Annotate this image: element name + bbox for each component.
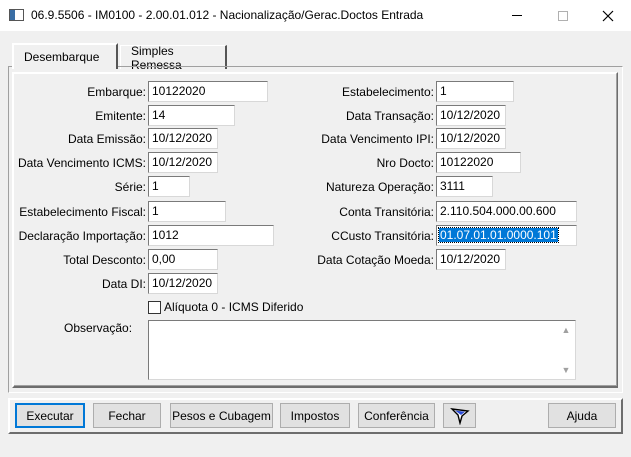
observacao-textarea[interactable]: ▲ ▼ xyxy=(148,320,576,380)
estab-fiscal-label: Estabelecimento Fiscal: xyxy=(19,205,146,219)
data-di-field[interactable]: 10/12/2020 xyxy=(148,273,218,294)
maximize-icon xyxy=(558,10,568,21)
ccusto-transitoria-field[interactable]: 01.07.01.01.0000.101 xyxy=(436,225,577,246)
maximize-button[interactable] xyxy=(540,0,586,31)
ccusto-transitoria-label: CCusto Transitória: xyxy=(331,229,434,243)
data-cotacao-moeda-field[interactable]: 10/12/2020 xyxy=(436,249,506,270)
natureza-operacao-field[interactable]: 3111 xyxy=(436,176,493,197)
scroll-up-icon[interactable]: ▲ xyxy=(558,322,574,338)
minimize-icon xyxy=(512,15,522,16)
observacao-scrollbar[interactable]: ▲ ▼ xyxy=(558,322,574,378)
pesos-cubagem-button[interactable]: Pesos e Cubagem xyxy=(170,403,273,428)
window-title: 06.9.5506 - IM0100 - 2.00.01.012 - Nacio… xyxy=(31,8,424,22)
conferencia-button[interactable]: Conferência xyxy=(358,403,435,428)
embarque-label: Embarque: xyxy=(87,85,146,99)
impostos-button[interactable]: Impostos xyxy=(280,403,350,428)
scroll-down-icon[interactable]: ▼ xyxy=(558,362,574,378)
emitente-label: Emitente: xyxy=(95,109,146,123)
fechar-button[interactable]: Fechar xyxy=(93,403,161,428)
filter-button[interactable] xyxy=(443,403,476,428)
serie-label: Série: xyxy=(114,180,146,194)
emitente-field[interactable]: 14 xyxy=(148,105,235,126)
conta-transitoria-label: Conta Transitória: xyxy=(339,205,434,219)
data-emissao-label: Data Emissão: xyxy=(67,132,146,146)
serie-field[interactable]: 1 xyxy=(148,176,190,197)
executar-button[interactable]: Executar xyxy=(15,403,85,428)
close-button[interactable] xyxy=(585,0,631,31)
data-venc-icms-label: Data Vencimento ICMS: xyxy=(17,156,146,170)
aliquota-checkbox-label: Alíquota 0 - ICMS Diferido xyxy=(164,300,304,314)
total-desconto-label: Total Desconto: xyxy=(63,253,146,267)
total-desconto-field[interactable]: 0,00 xyxy=(148,249,218,270)
ajuda-button[interactable]: Ajuda xyxy=(548,403,616,428)
aliquota-checkbox[interactable] xyxy=(148,301,161,314)
filter-funnel-icon xyxy=(449,407,470,425)
tab-desembarque[interactable]: Desembarque xyxy=(12,43,118,69)
data-transacao-label: Data Transação: xyxy=(345,109,434,123)
close-icon xyxy=(602,10,614,21)
decl-importacao-label: Declaração Importação: xyxy=(18,229,146,243)
estabelecimento-field[interactable]: 1 xyxy=(436,81,514,102)
data-emissao-field[interactable]: 10/12/2020 xyxy=(148,128,218,149)
natureza-operacao-label: Natureza Operação: xyxy=(325,180,434,194)
estab-fiscal-field[interactable]: 1 xyxy=(148,201,226,222)
data-di-label: Data DI: xyxy=(101,277,146,291)
estabelecimento-label: Estabelecimento: xyxy=(341,85,434,99)
minimize-button[interactable] xyxy=(494,0,540,31)
app-window-icon xyxy=(9,9,24,21)
data-cotacao-moeda-label: Data Cotação Moeda: xyxy=(317,253,434,267)
decl-importacao-field[interactable]: 1012 xyxy=(148,225,274,246)
data-venc-icms-field[interactable]: 10/12/2020 xyxy=(148,152,218,173)
nro-docto-field[interactable]: 10122020 xyxy=(436,152,521,173)
observacao-label: Observação: xyxy=(64,321,133,335)
data-transacao-field[interactable]: 10/12/2020 xyxy=(436,105,506,126)
embarque-field[interactable]: 10122020 xyxy=(148,81,268,102)
data-venc-ipi-label: Data Vencimento IPI: xyxy=(321,132,434,146)
ccusto-transitoria-selected-text: 01.07.01.01.0000.101 xyxy=(438,227,559,243)
data-venc-ipi-field[interactable]: 10/12/2020 xyxy=(436,128,506,149)
conta-transitoria-field[interactable]: 2.110.504.000.00.600 xyxy=(436,201,577,222)
title-bar: 06.9.5506 - IM0100 - 2.00.01.012 - Nacio… xyxy=(0,0,631,31)
nro-docto-label: Nro Docto: xyxy=(376,156,434,170)
